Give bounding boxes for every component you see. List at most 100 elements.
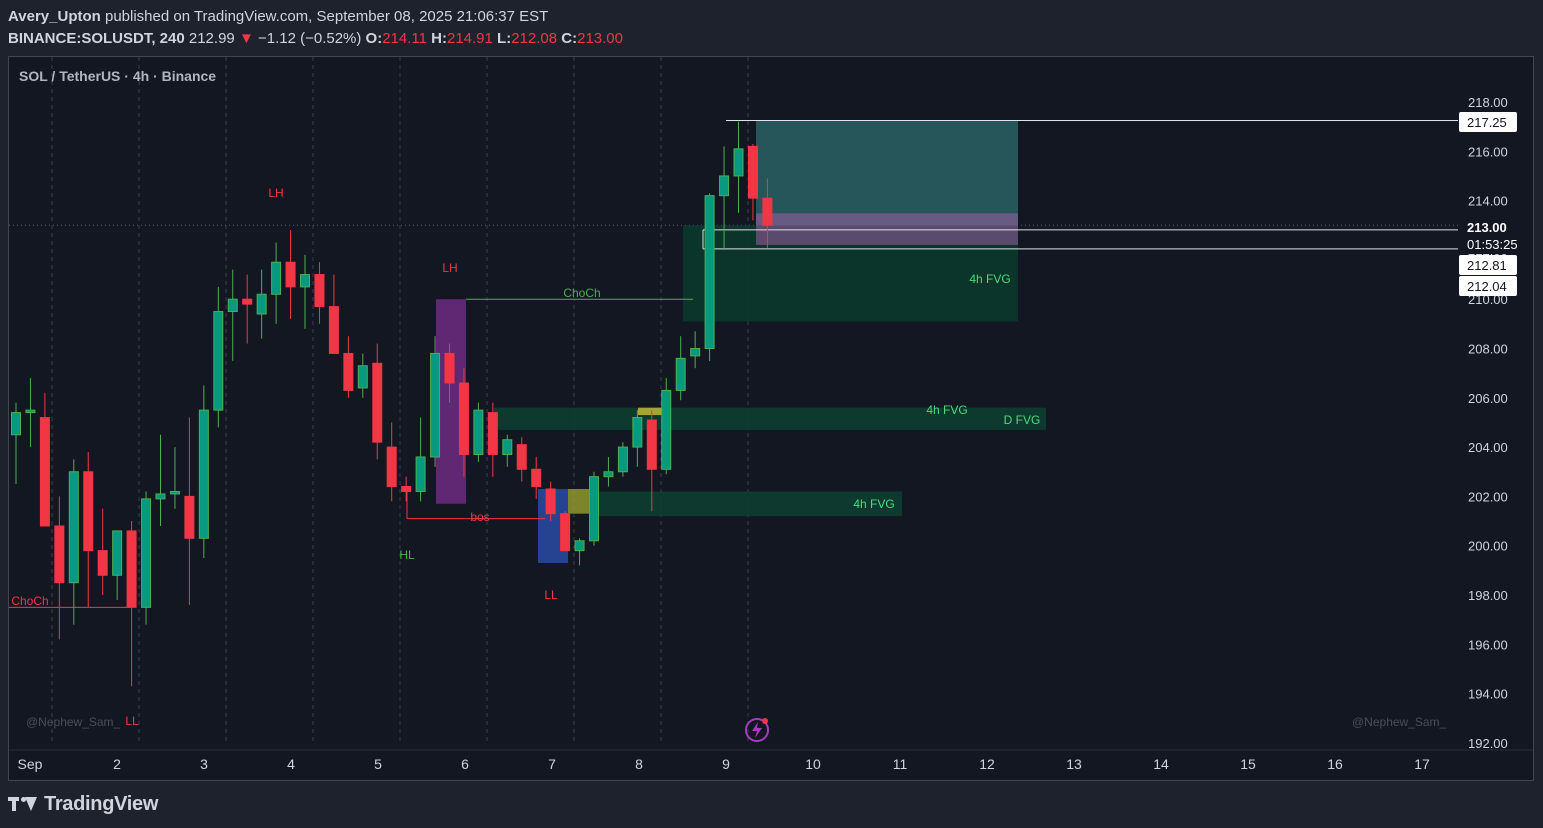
candle-body: [343, 352, 354, 391]
price-label-text: 212.04: [1467, 279, 1507, 294]
close-label: C:: [561, 30, 578, 47]
chart-title: SOL / TetherUS · 4h · Binance: [19, 68, 216, 84]
candle-body: [314, 274, 325, 308]
x-tick-label: 11: [893, 756, 908, 772]
candle-body: [719, 175, 730, 197]
price-change: −1.12 (−0.52%): [257, 30, 362, 47]
last-price: 212.99: [188, 30, 235, 47]
watermark-left: @Nephew_Sam_: [26, 715, 121, 729]
candle-body: [661, 389, 672, 470]
candle-body: [632, 417, 643, 448]
x-tick-label: Sep: [18, 756, 43, 772]
x-tick-label: 10: [805, 756, 821, 772]
candle-body: [617, 446, 628, 473]
candle-body: [155, 493, 166, 500]
position-target-zone: [756, 120, 1018, 226]
structure-label: ChoCh: [563, 286, 600, 300]
high-value: 214.91: [446, 30, 493, 47]
candle-body: [415, 456, 426, 492]
candle-body: [401, 486, 412, 492]
candle-body: [39, 417, 50, 527]
candle-body: [690, 348, 701, 357]
candle-body: [285, 261, 296, 288]
candle-body: [213, 311, 224, 411]
tradingview-logo[interactable]: TradingView: [8, 793, 158, 815]
candle-body: [502, 439, 513, 455]
price-label-text: 213.00: [1467, 220, 1507, 235]
structure-label: HL: [399, 548, 415, 562]
x-tick-label: 4: [287, 756, 295, 772]
candle-body: [589, 476, 599, 542]
candle-body: [560, 513, 571, 552]
fvg-label: 4h FVG: [853, 497, 894, 511]
candle-body: [68, 471, 79, 584]
chart-header: Avery_Upton published on TradingView.com…: [8, 6, 623, 50]
replay-icon-bolt: [752, 722, 762, 738]
price-chart[interactable]: LH LH ChoCh ChoCh bos HL LL LL 4h FVG 4h FVG D FVG…: [9, 57, 1533, 780]
y-tick-label: 200.00: [1468, 539, 1508, 554]
publish-line: Avery_Upton published on TradingView.com…: [8, 6, 623, 28]
candle-body: [574, 540, 585, 552]
candle-body: [271, 261, 282, 295]
y-tick-label: 192.00: [1468, 736, 1508, 751]
candle-body: [704, 195, 715, 349]
candle-body: [184, 495, 195, 539]
x-tick-label: 16: [1327, 756, 1343, 772]
x-tick-label: 2: [113, 756, 121, 772]
structure-label: bos: [470, 510, 489, 524]
candle-body: [675, 357, 686, 391]
candle-body: [747, 145, 758, 199]
candle-body: [430, 352, 441, 458]
candle-body: [300, 274, 310, 288]
structure-label: LH: [268, 186, 283, 200]
y-tick-label: 206.00: [1468, 391, 1508, 406]
change-down-icon: ▼: [238, 30, 254, 47]
x-tick-label: 8: [635, 756, 643, 772]
author-name[interactable]: Avery_Upton: [8, 8, 101, 25]
candle-body: [169, 490, 180, 495]
candle-body: [372, 362, 383, 443]
candle-body: [357, 365, 368, 389]
candle-body: [603, 471, 614, 478]
candle-body: [646, 419, 657, 470]
structure-label: LL: [544, 588, 558, 602]
x-tick-label: 9: [722, 756, 730, 772]
tradingview-brand: TradingView: [44, 792, 159, 815]
position-stop-zone: [756, 213, 1018, 245]
replay-lightning-icon: [745, 718, 769, 742]
x-tick-label: 12: [979, 756, 995, 772]
candle-body: [141, 498, 152, 608]
candle-body: [545, 488, 556, 515]
open-label: O:: [365, 30, 383, 47]
candle-body: [97, 550, 108, 576]
candle-body: [487, 412, 498, 455]
tradingview-logo-icon: [8, 794, 38, 814]
candle-body: [227, 298, 238, 313]
x-tick-label: 13: [1066, 756, 1082, 772]
y-tick-label: 198.00: [1468, 588, 1508, 603]
y-tick-label: 208.00: [1468, 342, 1508, 357]
candle-body: [328, 306, 339, 354]
candle-body: [256, 293, 267, 315]
candle-body: [126, 530, 137, 608]
candle-body: [198, 409, 209, 539]
fvg-label: 4h FVG: [926, 403, 967, 417]
candle-body: [54, 525, 65, 584]
candle-body: [733, 148, 744, 177]
x-tick-label: 6: [461, 756, 469, 772]
x-tick-label: 5: [374, 756, 382, 772]
price-label-text: 217.25: [1467, 115, 1507, 130]
chart-frame[interactable]: LH LH ChoCh ChoCh bos HL LL LL 4h FVG 4h FVG D FVG…: [8, 56, 1534, 781]
high-label: H:: [431, 30, 447, 47]
watermark-right: @Nephew_Sam_: [1352, 715, 1447, 729]
structure-label: LL: [125, 714, 139, 728]
candle-body: [516, 444, 527, 470]
price-label-text: 01:53:25: [1467, 237, 1518, 252]
x-tick-label: 14: [1153, 756, 1169, 772]
structure-label: LH: [442, 261, 457, 275]
x-tick-label: 15: [1240, 756, 1256, 772]
y-tick-label: 194.00: [1468, 687, 1508, 702]
candle-body: [25, 409, 36, 414]
y-tick-label: 218.00: [1468, 95, 1508, 110]
open-value: 214.11: [382, 30, 427, 47]
